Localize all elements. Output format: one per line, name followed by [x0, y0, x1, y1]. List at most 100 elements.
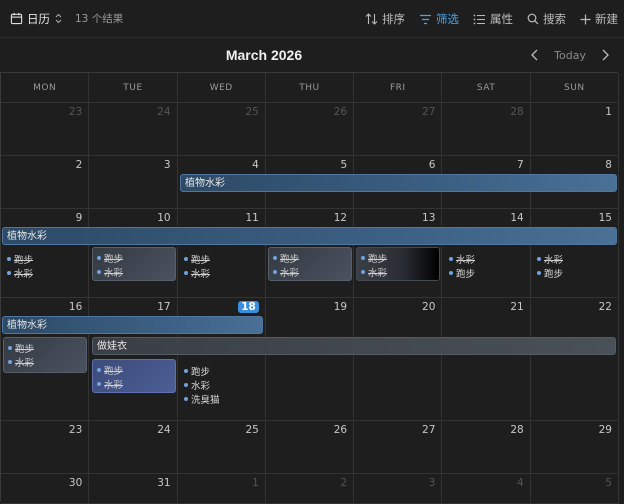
task-group: 水彩 跑步	[445, 249, 479, 283]
day-number: 9	[75, 212, 83, 224]
day-cell[interactable]: 19	[265, 298, 355, 421]
bullet-icon	[184, 397, 188, 401]
bullet-icon	[361, 256, 365, 260]
weekday-sat: SAT	[442, 73, 531, 103]
day-cell[interactable]: 27	[354, 421, 443, 474]
bullet-icon	[97, 270, 101, 274]
event-bar[interactable]: 植物水彩	[180, 174, 617, 192]
task-item[interactable]: 跑步	[449, 266, 475, 280]
day-number: 1	[252, 477, 259, 489]
bullet-icon	[273, 270, 277, 274]
day-cell[interactable]: 24	[89, 421, 178, 474]
view-switcher[interactable]: 日历	[10, 11, 63, 27]
plus-icon	[580, 14, 591, 24]
chevron-left-icon[interactable]	[530, 49, 540, 61]
day-cell[interactable]: 26	[265, 421, 355, 474]
day-number: 5	[340, 159, 348, 171]
day-number: 22	[598, 301, 612, 313]
sort-button[interactable]: 排序	[365, 11, 405, 27]
day-cell[interactable]: 21	[442, 298, 531, 421]
event-bar[interactable]: 做娃衣	[92, 337, 616, 355]
day-cell[interactable]: 20	[354, 298, 443, 421]
day-cell[interactable]: 23	[1, 103, 90, 156]
bullet-icon	[8, 346, 12, 350]
filter-button[interactable]: 筛选	[419, 11, 459, 27]
day-cell[interactable]: 3	[89, 156, 178, 209]
day-cell[interactable]: 27	[354, 103, 443, 156]
task-item[interactable]: 跑步	[7, 252, 33, 266]
day-cell[interactable]: 28	[442, 421, 531, 474]
task-item[interactable]: 水彩	[184, 266, 210, 280]
day-cell[interactable]: 28	[442, 103, 531, 156]
task-item[interactable]: 跑步	[184, 364, 220, 378]
today-day-number: 18	[238, 301, 259, 313]
task-item[interactable]: 水彩	[7, 266, 33, 280]
day-cell[interactable]: 25	[177, 421, 266, 474]
weekday-tue: TUE	[89, 73, 178, 103]
today-button[interactable]: Today	[550, 49, 590, 62]
day-cell[interactable]: 22	[530, 298, 619, 421]
task-item[interactable]: 跑步	[184, 252, 210, 266]
task-group: 水彩 跑步	[533, 249, 567, 283]
task-item[interactable]: 水彩	[97, 377, 171, 391]
calendar-icon	[10, 12, 23, 25]
properties-button[interactable]: 属性	[473, 11, 513, 27]
task-item[interactable]: 水彩	[8, 355, 82, 369]
day-cell[interactable]: 29	[530, 421, 619, 474]
task-label: 水彩	[456, 255, 476, 266]
task-card[interactable]: 跑步 水彩	[3, 337, 87, 373]
task-card[interactable]: 跑步 水彩	[356, 247, 440, 281]
day-number: 12	[333, 212, 348, 224]
bullet-icon	[273, 256, 277, 260]
task-item[interactable]: 水彩	[97, 265, 171, 279]
task-item[interactable]: 洗臭猫	[184, 392, 220, 406]
task-item[interactable]: 水彩	[361, 265, 435, 279]
week-row: 23 24 25 26 27 28 29	[1, 421, 619, 474]
day-cell[interactable]: 2	[1, 156, 90, 209]
search-button[interactable]: 搜索	[527, 11, 566, 27]
new-button[interactable]: 新建	[580, 11, 618, 27]
event-bar[interactable]: 植物水彩	[2, 316, 263, 334]
bullet-icon	[361, 270, 365, 274]
bullet-icon	[449, 271, 453, 275]
weekday-wed: WED	[177, 73, 266, 103]
bullet-icon	[7, 271, 11, 275]
bullet-icon	[97, 368, 101, 372]
task-item[interactable]: 跑步	[537, 266, 563, 280]
day-cell[interactable]: 26	[265, 103, 355, 156]
task-item[interactable]: 跑步	[97, 363, 171, 377]
chevron-right-icon[interactable]	[600, 49, 610, 61]
event-bar[interactable]: 植物水彩	[2, 227, 617, 245]
task-label: 水彩	[15, 358, 35, 369]
task-item[interactable]: 跑步	[273, 251, 347, 265]
day-cell[interactable]: 25	[177, 103, 266, 156]
day-number: 21	[510, 301, 524, 313]
task-item[interactable]: 水彩	[537, 252, 563, 266]
weekday-header: MON TUE WED THU FRI SAT SUN	[1, 73, 619, 103]
filter-icon	[420, 14, 431, 24]
day-cell[interactable]: 24	[89, 103, 178, 156]
task-label: 跑步	[456, 269, 476, 280]
task-card[interactable]: 跑步 水彩	[92, 247, 176, 281]
day-cell[interactable]: 23	[1, 421, 90, 474]
task-card[interactable]: 跑步 水彩	[268, 247, 352, 281]
day-number: 6	[428, 159, 436, 171]
day-number: 26	[333, 106, 348, 118]
task-item[interactable]: 水彩	[184, 378, 220, 392]
weekday-fri: FRI	[354, 73, 443, 103]
task-label: 水彩	[191, 269, 211, 280]
task-label: 水彩	[14, 269, 34, 280]
day-number: 5	[605, 477, 612, 489]
task-item[interactable]: 跑步	[361, 251, 435, 265]
task-card[interactable]: 跑步 水彩	[92, 359, 176, 393]
task-item[interactable]: 跑步	[97, 251, 171, 265]
day-number: 2	[340, 477, 348, 489]
task-item[interactable]: 水彩	[273, 265, 347, 279]
day-number: 1	[605, 106, 612, 118]
day-number: 8	[605, 159, 612, 171]
task-item[interactable]: 跑步	[8, 341, 82, 355]
task-label: 水彩	[191, 381, 211, 392]
task-group: 跑步 水彩 洗臭猫	[180, 361, 224, 409]
day-cell[interactable]: 1	[530, 103, 619, 156]
task-item[interactable]: 水彩	[449, 252, 475, 266]
